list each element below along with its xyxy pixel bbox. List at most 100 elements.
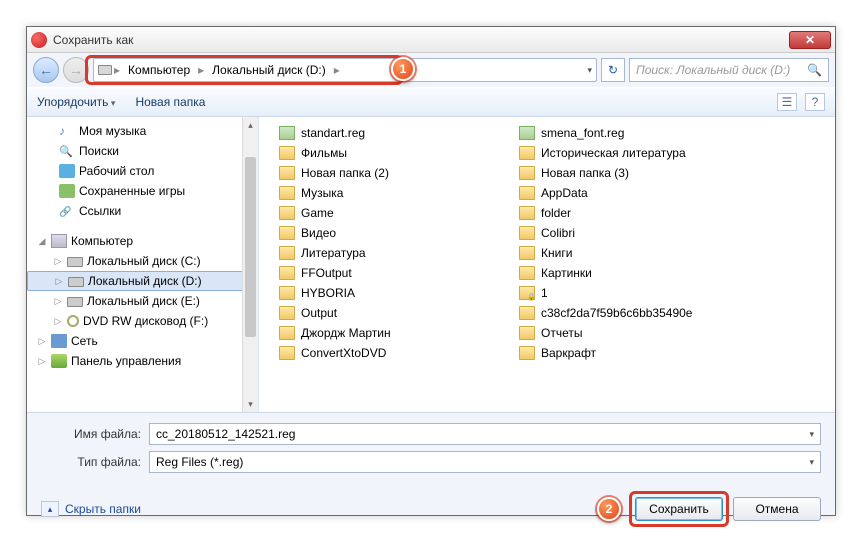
scroll-thumb[interactable]: [245, 157, 256, 337]
scroll-down-icon[interactable]: ▾: [243, 396, 258, 412]
expand-icon[interactable]: ▷: [53, 256, 63, 267]
breadcrumb-drive[interactable]: Локальный диск (D:): [206, 61, 332, 79]
file-item[interactable]: c38cf2da7f59b6c6bb35490e: [519, 303, 759, 323]
file-name: ConvertXtoDVD: [301, 346, 386, 360]
filename-area: Имя файла: cc_20180512_142521.reg▾ Тип ф…: [27, 413, 835, 489]
help-button[interactable]: ?: [805, 93, 825, 111]
links-icon: [59, 204, 75, 218]
collapse-icon[interactable]: ◢: [37, 236, 47, 247]
file-item[interactable]: smena_font.reg: [519, 123, 759, 143]
chevron-down-icon[interactable]: ▾: [809, 457, 814, 468]
refresh-button[interactable]: ↻: [601, 58, 625, 82]
drive-icon: [68, 277, 84, 287]
folder-icon: [519, 146, 535, 160]
scroll-up-icon[interactable]: ▴: [243, 117, 258, 133]
tree-computer[interactable]: ◢Компьютер: [27, 231, 258, 251]
search-icon: 🔍: [807, 63, 822, 77]
desktop-icon: [59, 164, 75, 178]
folder-icon: [279, 226, 295, 240]
file-item[interactable]: Game: [279, 203, 519, 223]
file-item[interactable]: Книги: [519, 243, 759, 263]
chevron-right-icon: ▸: [114, 63, 120, 77]
chevron-down-icon[interactable]: ▾: [587, 65, 592, 76]
file-item[interactable]: Историческая литература: [519, 143, 759, 163]
tree-my-music[interactable]: Моя музыка: [27, 121, 258, 141]
back-button[interactable]: ←: [33, 57, 59, 83]
drive-icon: [98, 65, 112, 75]
file-item[interactable]: Отчеты: [519, 323, 759, 343]
file-name: FFOutput: [301, 266, 352, 280]
nav-tree[interactable]: Моя музыка Поиски Рабочий стол Сохраненн…: [27, 117, 259, 412]
tree-drive-c[interactable]: ▷Локальный диск (C:): [27, 251, 258, 271]
file-item[interactable]: Варкрафт: [519, 343, 759, 363]
file-item[interactable]: Картинки: [519, 263, 759, 283]
view-buttons: ☰ ?: [777, 93, 825, 111]
close-button[interactable]: ✕: [789, 31, 831, 49]
filetype-select[interactable]: Reg Files (*.reg)▾: [149, 451, 821, 473]
new-folder-button[interactable]: Новая папка: [135, 95, 205, 109]
file-item[interactable]: Литература: [279, 243, 519, 263]
file-item[interactable]: standart.reg: [279, 123, 519, 143]
file-item[interactable]: Видео: [279, 223, 519, 243]
reg-file-icon: [519, 126, 535, 140]
filename-input[interactable]: cc_20180512_142521.reg▾: [149, 423, 821, 445]
folder-icon: [519, 266, 535, 280]
file-item[interactable]: 1: [519, 283, 759, 303]
save-button[interactable]: Сохранить: [635, 497, 723, 521]
file-item[interactable]: Новая папка (3): [519, 163, 759, 183]
expand-icon[interactable]: ▷: [53, 296, 63, 307]
titlebar[interactable]: Сохранить как ✕: [27, 27, 835, 53]
tree-scrollbar[interactable]: ▴▾: [242, 117, 258, 412]
tree-links[interactable]: Ссылки: [27, 201, 258, 221]
file-item[interactable]: Джордж Мартин: [279, 323, 519, 343]
file-item[interactable]: FFOutput: [279, 263, 519, 283]
tree-network[interactable]: ▷Сеть: [27, 331, 258, 351]
file-list[interactable]: standart.reg Фильмы Новая папка (2) Музыка G…: [259, 117, 835, 412]
hide-folders-link[interactable]: Скрыть папки: [41, 501, 141, 517]
expand-icon[interactable]: ▷: [37, 336, 47, 347]
file-item[interactable]: ConvertXtoDVD: [279, 343, 519, 363]
forward-button[interactable]: →: [63, 57, 89, 83]
file-item[interactable]: AppData: [519, 183, 759, 203]
folder-icon: [279, 186, 295, 200]
expand-icon[interactable]: ▷: [37, 356, 47, 367]
folder-icon: [279, 206, 295, 220]
file-item[interactable]: Фильмы: [279, 143, 519, 163]
tree-desktop[interactable]: Рабочий стол: [27, 161, 258, 181]
folder-icon: [279, 246, 295, 260]
chevron-down-icon[interactable]: ▾: [809, 429, 814, 440]
tree-dvd[interactable]: ▷DVD RW дисковод (F:): [27, 311, 258, 331]
control-panel-icon: [51, 354, 67, 368]
search-placeholder: Поиск: Локальный диск (D:): [636, 63, 790, 77]
tree-control-panel[interactable]: ▷Панель управления: [27, 351, 258, 371]
tree-drive-d[interactable]: ▷Локальный диск (D:): [27, 271, 258, 291]
cancel-button[interactable]: Отмена: [733, 497, 821, 521]
file-name: Фильмы: [301, 146, 347, 160]
save-dialog: Сохранить как ✕ ← → ▸ Компьютер ▸ Локаль…: [26, 26, 836, 516]
tree-saved-games[interactable]: Сохраненные игры: [27, 181, 258, 201]
file-name: Game: [301, 206, 334, 220]
reg-file-icon: [279, 126, 295, 140]
address-bar[interactable]: ▸ Компьютер ▸ Локальный диск (D:) ▸ ▾: [93, 58, 597, 82]
file-item[interactable]: Output: [279, 303, 519, 323]
folder-icon: [279, 266, 295, 280]
file-item[interactable]: Музыка: [279, 183, 519, 203]
file-name: standart.reg: [301, 126, 365, 140]
organize-menu[interactable]: Упорядочить: [37, 95, 115, 109]
folder-icon: [519, 326, 535, 340]
file-item[interactable]: HYBORIA: [279, 283, 519, 303]
view-mode-button[interactable]: ☰: [777, 93, 797, 111]
search-input[interactable]: Поиск: Локальный диск (D:) 🔍: [629, 58, 829, 82]
tree-drive-e[interactable]: ▷Локальный диск (E:): [27, 291, 258, 311]
annotation-marker-1: 1: [391, 57, 415, 81]
file-name: Историческая литература: [541, 146, 686, 160]
file-item[interactable]: Colibri: [519, 223, 759, 243]
expand-icon[interactable]: ▷: [54, 276, 64, 287]
file-name: Литература: [301, 246, 366, 260]
file-name: Новая папка (2): [301, 166, 389, 180]
tree-searches[interactable]: Поиски: [27, 141, 258, 161]
file-item[interactable]: folder: [519, 203, 759, 223]
file-item[interactable]: Новая папка (2): [279, 163, 519, 183]
expand-icon[interactable]: ▷: [53, 316, 63, 327]
breadcrumb-computer[interactable]: Компьютер: [122, 61, 196, 79]
